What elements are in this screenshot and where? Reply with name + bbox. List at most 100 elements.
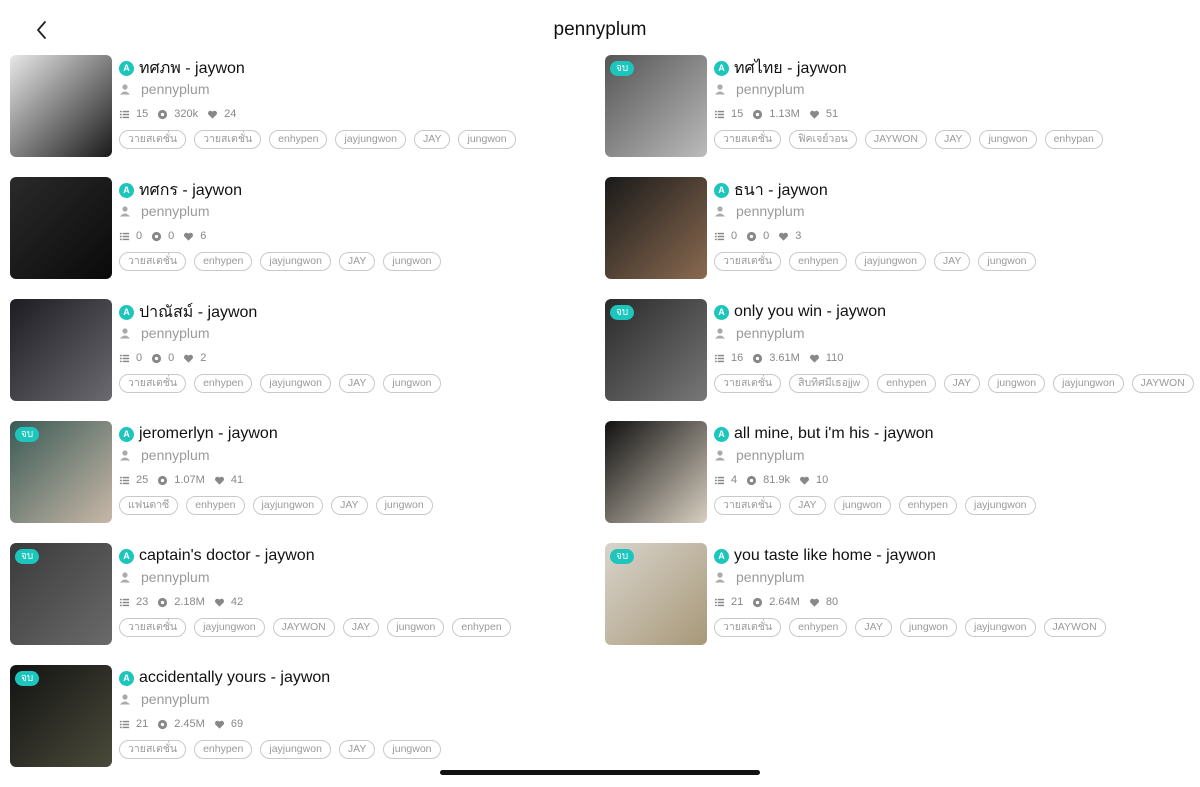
tag-chip[interactable]: JAY bbox=[338, 252, 376, 271]
story-cover-image[interactable] bbox=[605, 421, 707, 523]
tag-chip[interactable]: jayjungwon bbox=[855, 252, 926, 271]
story-title[interactable]: ทศไทย - jaywon bbox=[734, 56, 847, 81]
story-card[interactable]: A ธนา - jaywon pennyplum 0 0 3 วายสเตชั่น enhyp… bbox=[605, 177, 1195, 299]
story-card[interactable]: จบ Acaptain's doctor - jaywon pennyplum 23 2… bbox=[10, 543, 600, 665]
tag-chip[interactable]: jayjungwon bbox=[260, 252, 331, 271]
story-title[interactable]: only you win - jaywon bbox=[734, 303, 886, 321]
tag-chip[interactable]: วายสเตชั่น bbox=[119, 252, 187, 271]
tag-chip[interactable]: jungwon bbox=[979, 130, 1037, 149]
tag-chip[interactable]: enhypen bbox=[186, 496, 245, 515]
tag-chip[interactable]: JAY bbox=[943, 374, 980, 393]
author-row[interactable]: pennyplum bbox=[714, 203, 805, 219]
tag-chip[interactable]: jungwon bbox=[383, 374, 441, 393]
story-cover-image[interactable] bbox=[10, 55, 112, 157]
story-title[interactable]: accidentally yours - jaywon bbox=[139, 669, 330, 687]
tag-chip[interactable]: วายสเตชั่น bbox=[714, 618, 782, 637]
story-title[interactable]: ปาณัสม์ - jaywon bbox=[139, 300, 257, 325]
tag-chip[interactable]: jungwon bbox=[899, 618, 957, 637]
tag-chip[interactable]: JAY bbox=[855, 618, 892, 637]
tag-chip[interactable]: jungwon bbox=[375, 496, 433, 515]
author-row[interactable]: pennyplum bbox=[714, 447, 805, 463]
tag-chip[interactable]: enhypen bbox=[194, 252, 253, 271]
tag-chip[interactable]: jungwon bbox=[988, 374, 1046, 393]
author-row[interactable]: pennyplum bbox=[714, 325, 805, 341]
story-cover-image[interactable] bbox=[605, 177, 707, 279]
tag-chip[interactable]: jungwon bbox=[383, 740, 441, 759]
tag-chip[interactable]: วายสเตชั่น bbox=[119, 374, 187, 393]
tag-chip[interactable]: วายสเตชั่น bbox=[119, 130, 187, 149]
tag-chip[interactable]: enhypen bbox=[789, 618, 848, 637]
tag-chip[interactable]: jungwon bbox=[978, 252, 1036, 271]
tag-chip[interactable]: สิบทิศมีเธอjjw bbox=[789, 374, 870, 393]
story-cover-image[interactable]: จบ bbox=[10, 543, 112, 645]
author-row[interactable]: pennyplum bbox=[119, 691, 210, 707]
story-cover-image[interactable]: จบ bbox=[605, 543, 707, 645]
story-title[interactable]: you taste like home - jaywon bbox=[734, 547, 936, 565]
story-title[interactable]: ธนา - jaywon bbox=[734, 178, 828, 203]
story-cover-image[interactable] bbox=[10, 299, 112, 401]
tag-chip[interactable]: jayjungwon bbox=[194, 618, 265, 637]
tag-chip[interactable]: แฟนตาซี bbox=[119, 496, 179, 515]
author-row[interactable]: pennyplum bbox=[714, 81, 805, 97]
tag-chip[interactable]: วายสเตชั่น bbox=[194, 130, 262, 149]
story-card[interactable]: Aall mine, but i'm his - jaywon pennyplum… bbox=[605, 421, 1195, 543]
tag-chip[interactable]: enhypen bbox=[789, 252, 848, 271]
tag-chip[interactable]: JAY bbox=[414, 130, 451, 149]
tag-chip[interactable]: JAY bbox=[338, 740, 376, 759]
tag-chip[interactable]: JAYWON bbox=[272, 618, 335, 637]
tag-chip[interactable]: jungwon bbox=[458, 130, 516, 149]
tag-chip[interactable]: jayjungwon bbox=[260, 740, 331, 759]
tag-chip[interactable]: JAYWON bbox=[864, 130, 927, 149]
author-row[interactable]: pennyplum bbox=[119, 203, 210, 219]
tag-chip[interactable]: enhypen bbox=[898, 496, 957, 515]
story-cover-image[interactable]: จบ bbox=[605, 299, 707, 401]
tag-chip[interactable]: jungwon bbox=[383, 252, 441, 271]
tag-chip[interactable]: วายสเตชั่น bbox=[119, 618, 187, 637]
tag-chip[interactable]: วายสเตชั่น bbox=[119, 740, 187, 759]
story-title[interactable]: captain's doctor - jaywon bbox=[139, 547, 315, 565]
story-cover-image[interactable] bbox=[10, 177, 112, 279]
tag-chip[interactable]: jayjungwon bbox=[252, 496, 324, 515]
story-title[interactable]: jeromerlyn - jaywon bbox=[139, 425, 278, 443]
story-cover-image[interactable]: จบ bbox=[10, 665, 112, 767]
story-title[interactable]: ทศภพ - jaywon bbox=[139, 56, 245, 81]
tag-chip[interactable]: jayjungwon bbox=[335, 130, 406, 149]
tag-chip[interactable]: jayjungwon bbox=[964, 618, 1036, 637]
tag-chip[interactable]: enhypen bbox=[452, 618, 511, 637]
tag-chip[interactable]: วายสเตชั่น bbox=[714, 496, 782, 515]
story-cover-image[interactable]: จบ bbox=[605, 55, 707, 157]
author-row[interactable]: pennyplum bbox=[119, 325, 210, 341]
tag-chip[interactable]: jayjungwon bbox=[260, 374, 331, 393]
tag-chip[interactable]: วายสเตชั่น bbox=[714, 130, 782, 149]
tag-chip[interactable]: enhypen bbox=[269, 130, 328, 149]
tag-chip[interactable]: JAY bbox=[934, 130, 972, 149]
tag-chip[interactable]: JAYWON bbox=[1131, 374, 1194, 393]
author-row[interactable]: pennyplum bbox=[119, 447, 210, 463]
tag-chip[interactable]: ฟิคเจย์วอน bbox=[789, 130, 857, 149]
story-card[interactable]: A ทศภพ - jaywon pennyplum 15 320k 24 วายสเตชั่… bbox=[10, 55, 600, 177]
tag-chip[interactable]: jungwon bbox=[833, 496, 891, 515]
tag-chip[interactable]: enhypen bbox=[877, 374, 936, 393]
story-card[interactable]: A ทศกร - jaywon pennyplum 0 0 6 วายสเตชั่น enhy… bbox=[10, 177, 600, 299]
tag-chip[interactable]: JAY bbox=[789, 496, 826, 515]
tag-chip[interactable]: JAY bbox=[342, 618, 380, 637]
author-row[interactable]: pennyplum bbox=[119, 81, 210, 97]
tag-chip[interactable]: enhypan bbox=[1044, 130, 1103, 149]
story-card[interactable]: จบ Aaccidentally yours - jaywon pennyplum 2… bbox=[10, 665, 600, 787]
tag-chip[interactable]: jayjungwon bbox=[1053, 374, 1124, 393]
tag-chip[interactable]: วายสเตชั่น bbox=[714, 374, 782, 393]
author-row[interactable]: pennyplum bbox=[119, 569, 210, 585]
story-title[interactable]: all mine, but i'm his - jaywon bbox=[734, 425, 934, 443]
story-card[interactable]: จบ A ทศไทย - jaywon pennyplum 15 1.13M 51 วายสเ… bbox=[605, 55, 1195, 177]
tag-chip[interactable]: jayjungwon bbox=[964, 496, 1036, 515]
author-row[interactable]: pennyplum bbox=[714, 569, 805, 585]
story-cover-image[interactable]: จบ bbox=[10, 421, 112, 523]
tag-chip[interactable]: วายสเตชั่น bbox=[714, 252, 782, 271]
tag-chip[interactable]: JAY bbox=[933, 252, 971, 271]
tag-chip[interactable]: JAY bbox=[338, 374, 376, 393]
tag-chip[interactable]: enhypen bbox=[194, 374, 253, 393]
tag-chip[interactable]: JAYWON bbox=[1043, 618, 1106, 637]
story-card[interactable]: จบ Ajeromerlyn - jaywon pennyplum 25 1.07M 41… bbox=[10, 421, 600, 543]
story-card[interactable]: จบ Aonly you win - jaywon pennyplum 16 3.61M… bbox=[605, 299, 1195, 421]
story-card[interactable]: A ปาณัสม์ - jaywon pennyplum 0 0 2 วายสเตชั่น e… bbox=[10, 299, 600, 421]
